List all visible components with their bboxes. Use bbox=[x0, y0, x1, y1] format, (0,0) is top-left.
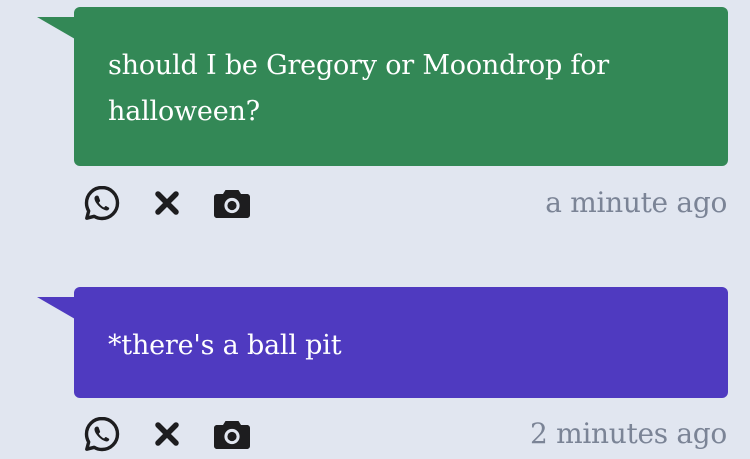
dismiss-button[interactable] bbox=[145, 412, 189, 456]
close-icon bbox=[155, 191, 179, 215]
camera-icon bbox=[214, 190, 250, 218]
close-icon bbox=[155, 422, 179, 446]
bubble-tail bbox=[37, 297, 75, 319]
message-timestamp: a minute ago bbox=[545, 186, 727, 219]
message-bubble: *there's a ball pit bbox=[74, 287, 728, 398]
message-timestamp: 2 minutes ago bbox=[530, 417, 727, 450]
message-text: *there's a ball pit bbox=[108, 330, 342, 361]
message-actions bbox=[80, 181, 275, 225]
bubble-tail bbox=[37, 17, 75, 39]
whatsapp-share-button[interactable] bbox=[80, 181, 124, 225]
whatsapp-icon bbox=[84, 185, 120, 221]
message-text: should I be Gregory or Moondrop for hall… bbox=[108, 50, 609, 127]
camera-button[interactable] bbox=[210, 181, 254, 225]
camera-button[interactable] bbox=[210, 412, 254, 456]
message-bubble: should I be Gregory or Moondrop for hall… bbox=[74, 7, 728, 166]
message-actions bbox=[80, 412, 275, 456]
dismiss-button[interactable] bbox=[145, 181, 189, 225]
whatsapp-share-button[interactable] bbox=[80, 412, 124, 456]
camera-icon bbox=[214, 421, 250, 449]
whatsapp-icon bbox=[84, 416, 120, 452]
